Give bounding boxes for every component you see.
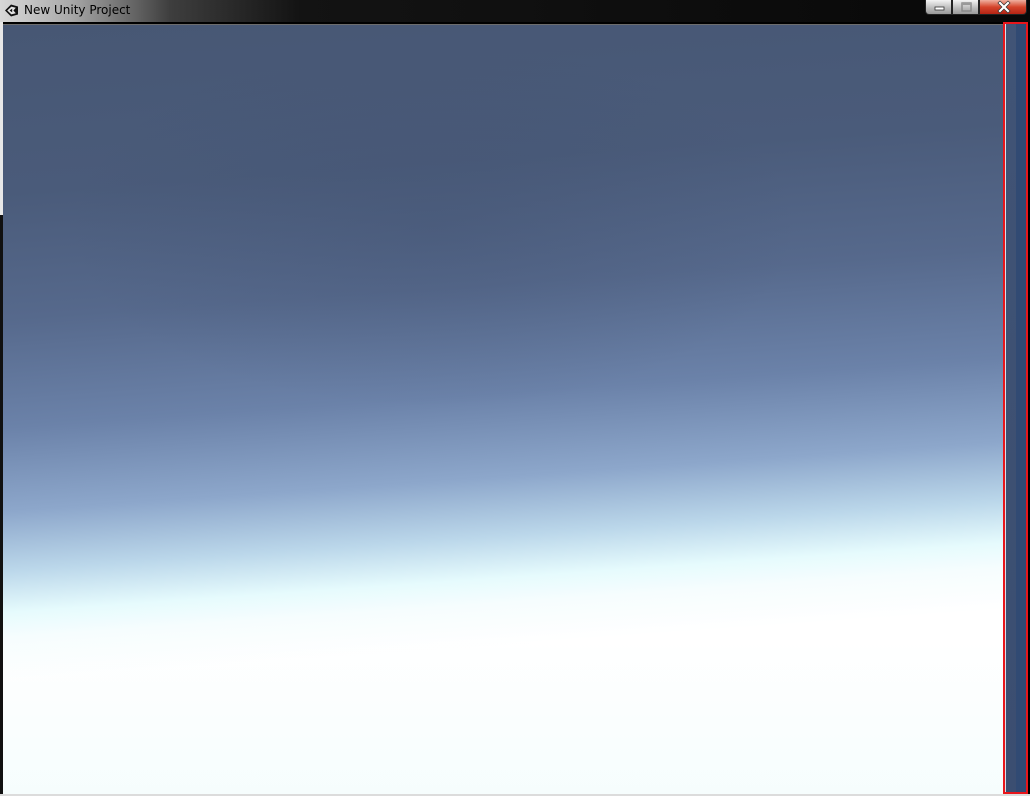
maximize-icon [961, 2, 972, 12]
maximize-button[interactable] [952, 0, 979, 15]
minimize-button[interactable] [925, 0, 952, 15]
title-bar[interactable]: New Unity Project [0, 0, 1030, 22]
ground-plane [3, 25, 1004, 795]
close-button[interactable] [979, 0, 1027, 15]
game-viewport[interactable] [3, 24, 1004, 795]
side-panel-strip [1016, 23, 1028, 794]
close-icon [997, 0, 1011, 14]
side-panel-edge [1004, 23, 1006, 794]
unity-player-window: New Unity Project [0, 0, 1030, 796]
window-title: New Unity Project [24, 3, 131, 17]
unity-logo-icon [3, 2, 20, 19]
minimize-icon [934, 6, 945, 11]
